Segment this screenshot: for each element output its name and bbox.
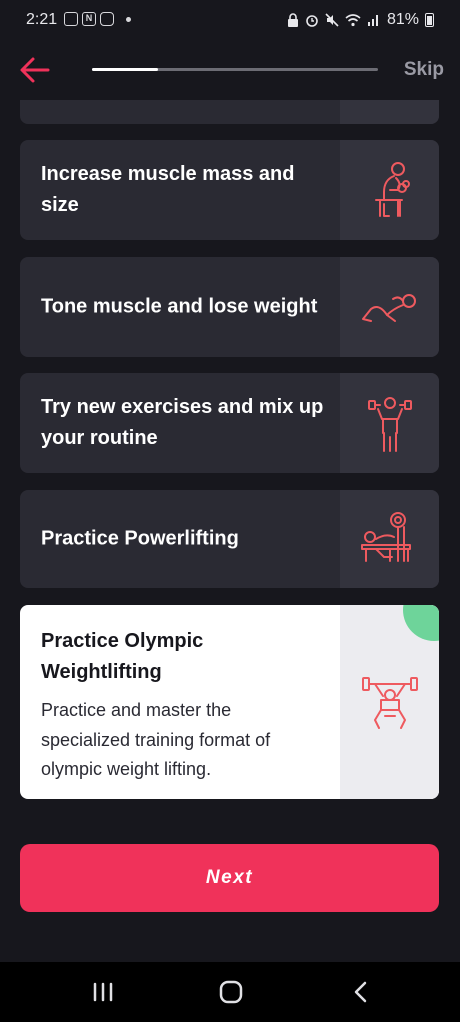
system-nav-bar <box>0 962 460 1022</box>
progress-fill <box>92 68 158 71</box>
recents-icon <box>93 982 113 1002</box>
progress-bar <box>92 68 378 71</box>
bench-press-icon <box>360 512 411 562</box>
goal-label: Try new exercises and mix up your routin… <box>41 396 324 449</box>
next-button[interactable]: Next <box>20 844 439 912</box>
goal-label: Tone muscle and lose weight <box>41 295 318 318</box>
recents-button[interactable] <box>88 980 118 1004</box>
lock-icon <box>287 13 298 27</box>
selected-goal-title: Practice Olympic Weightlifting <box>41 630 204 683</box>
status-bar: 2:21 N 81% <box>0 0 460 40</box>
wifi-icon <box>345 14 361 27</box>
mute-icon <box>325 13 339 27</box>
signal-icon <box>367 15 378 26</box>
goal-icon-panel <box>340 257 439 357</box>
dumbbell-press-icon <box>367 397 412 452</box>
back-button[interactable] <box>18 55 52 85</box>
goal-card-powerlifting[interactable]: Practice Powerlifting <box>20 490 439 588</box>
goal-card-partial[interactable] <box>20 100 439 124</box>
nav-back-button[interactable] <box>346 980 376 1004</box>
goal-label: Practice Powerlifting <box>41 527 239 550</box>
home-button[interactable] <box>216 980 246 1004</box>
overhead-barbell-icon <box>361 677 418 729</box>
arrow-left-icon <box>20 57 50 83</box>
instagram-icon <box>100 12 114 26</box>
goal-card-olympic-weightlifting[interactable]: Practice Olympic Weightlifting Practice … <box>20 605 439 799</box>
selected-goal-description: Practice and master the specialized trai… <box>41 700 271 779</box>
goal-icon-panel <box>340 140 439 240</box>
seated-dumbbell-curl-icon <box>374 162 410 217</box>
status-left-icons: N <box>64 12 131 26</box>
home-icon <box>219 980 243 1004</box>
goal-icon-panel <box>340 373 439 473</box>
goal-icon-panel <box>340 490 439 588</box>
notification-dot <box>126 16 131 22</box>
goal-icon-panel <box>340 100 439 124</box>
crunches-icon <box>361 294 416 322</box>
goal-label: Increase muscle mass and size <box>41 163 295 216</box>
alarm-icon <box>306 15 318 27</box>
notion-icon: N <box>82 12 96 26</box>
status-time: 2:21 <box>26 11 58 28</box>
battery-level: 81% <box>386 11 419 28</box>
goal-card-muscle-mass[interactable]: Increase muscle mass and size <box>20 140 439 240</box>
back-icon <box>354 981 367 1003</box>
gallery-icon <box>64 12 78 26</box>
skip-button[interactable]: Skip <box>404 59 444 81</box>
status-right-icons: 81% <box>287 11 434 29</box>
goal-card-new-exercises[interactable]: Try new exercises and mix up your routin… <box>20 373 439 473</box>
goal-card-tone-muscle[interactable]: Tone muscle and lose weight <box>20 257 439 357</box>
battery-icon <box>425 13 434 27</box>
